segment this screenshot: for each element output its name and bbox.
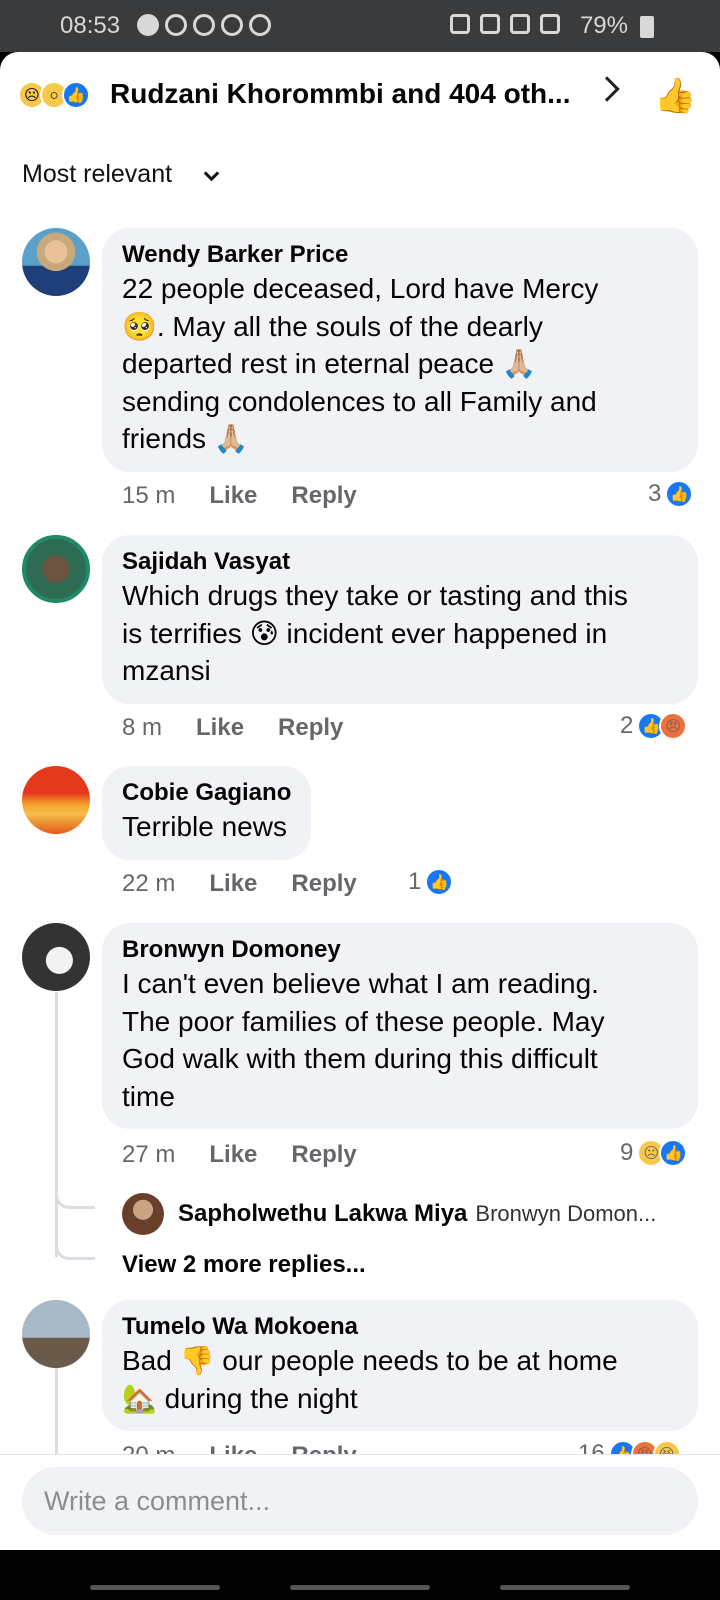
app-notification-icon [193,14,215,36]
reply-snippet: Bronwyn Domon... [475,1201,657,1226]
status-bar: 08:53 79% [0,0,720,52]
reply-button[interactable]: Reply [291,482,356,510]
comment-bubble[interactable]: Wendy Barker Price 22 people deceased, L… [102,228,698,472]
like-button[interactable]: Like [209,1141,257,1169]
chevron-right-icon [594,76,620,102]
commenter-name[interactable]: Tumelo Wa Mokoena [122,1312,678,1342]
like-emoji-icon: 👍 [659,1139,688,1167]
avatar[interactable] [122,1193,164,1235]
reactors-text: Rudzani Khorommbi and 404 oth... [110,78,571,109]
like-button[interactable]: Like [209,870,257,898]
comment-bubble[interactable]: Bronwyn Domoney I can't even believe wha… [102,923,698,1129]
recents-button[interactable] [90,1585,220,1590]
mute-icon [510,14,530,34]
comment-time: 15 m [122,482,176,509]
comment-time: 27 m [122,1141,176,1168]
comment-actions: 8 m Like Reply [122,714,343,742]
like-button[interactable]: Like [196,714,244,742]
angry-emoji-icon: 😠 [659,712,688,740]
reactions-summary[interactable]: ☹ ○ 👍 Rudzani Khorommbi and 404 oth... 👍 [0,52,720,142]
avatar[interactable] [22,1300,90,1368]
comment-bubble[interactable]: Cobie Gagiano Terrible news [102,766,312,860]
like-emoji-icon: 👍 [665,480,694,508]
reaction-count[interactable]: 1 👍 [408,868,454,896]
app-notification-icon [249,14,271,36]
reaction-count[interactable]: 3 👍 [648,480,694,508]
reply-button[interactable]: Reply [291,870,356,898]
system-nav-bar [0,1550,720,1600]
commenter-name[interactable]: Cobie Gagiano [122,778,291,808]
comment-text: Which drugs they take or tasting and thi… [122,580,628,686]
avatar[interactable] [22,766,90,834]
reaction-count[interactable]: 2 👍 😠 [620,712,688,740]
comment-text: Terrible news [122,811,287,842]
comment-bubble[interactable]: Tumelo Wa Mokoena Bad 👎 our people needs… [102,1300,698,1431]
wifi-icon [540,14,560,34]
comment-time: 8 m [122,714,163,741]
avatar[interactable] [22,923,90,991]
comment-time: 22 m [122,870,176,897]
comments-sheet: ☹ ○ 👍 Rudzani Khorommbi and 404 oth... 👍… [0,52,720,1600]
reply-button[interactable]: Reply [278,714,343,742]
comment-text: Bad 👎 our people needs to be at home 🏡 d… [122,1345,618,1414]
comment-composer [0,1454,720,1550]
like-outline-icon[interactable]: 👍 [654,76,696,116]
reply-thread-line [55,992,58,1257]
comment-bubble[interactable]: Sajidah Vasyat Which drugs they take or … [102,535,698,704]
like-emoji-icon: 👍 [62,81,90,109]
reply-preview[interactable]: Sapholwethu Lakwa Miya Bronwyn Domon... [122,1193,656,1235]
notification-icons [137,14,271,36]
avatar[interactable] [22,228,90,296]
reply-thread-connector [55,1189,95,1209]
sort-dropdown[interactable]: Most relevant [22,160,172,189]
battery-icon [640,16,654,38]
commenter-name[interactable]: Wendy Barker Price [122,240,678,270]
commenter-name[interactable]: Sajidah Vasyat [122,547,678,577]
status-time: 08:53 [60,12,121,39]
system-icons [450,14,560,34]
lock-icon [450,14,470,34]
commenter-name[interactable]: Bronwyn Domoney [122,935,678,965]
chevron-down-icon[interactable] [203,165,220,182]
reaction-emojis: ☹ ○ 👍 [18,81,90,109]
like-button[interactable]: Like [209,482,257,510]
comment-actions: 15 m Like Reply [122,482,357,510]
reaction-count[interactable]: 9 ☹ 👍 [620,1139,688,1167]
app-notification-icon [221,14,243,36]
comment-text: I can't even believe what I am reading. … [122,968,605,1112]
reply-thread-line [55,1368,58,1458]
home-button[interactable] [290,1585,430,1590]
reply-button[interactable]: Reply [291,1141,356,1169]
like-emoji-icon: 👍 [425,868,454,896]
avatar[interactable] [22,535,90,603]
comment-actions: 22 m Like Reply [122,870,357,898]
facebook-notification-icon [137,14,159,36]
view-more-replies-link[interactable]: View 2 more replies... [122,1251,366,1279]
comment-text: 22 people deceased, Lord have Mercy 🥺. M… [122,273,599,454]
reply-author-name[interactable]: Sapholwethu Lakwa Miya [178,1200,467,1228]
app-notification-icon [165,14,187,36]
battery-level: 79% [579,12,628,39]
comment-actions: 27 m Like Reply [122,1141,357,1169]
alarm-icon [480,14,500,34]
back-button[interactable] [500,1585,630,1590]
reply-thread-connector [55,1240,95,1260]
comment-input[interactable] [22,1467,698,1535]
